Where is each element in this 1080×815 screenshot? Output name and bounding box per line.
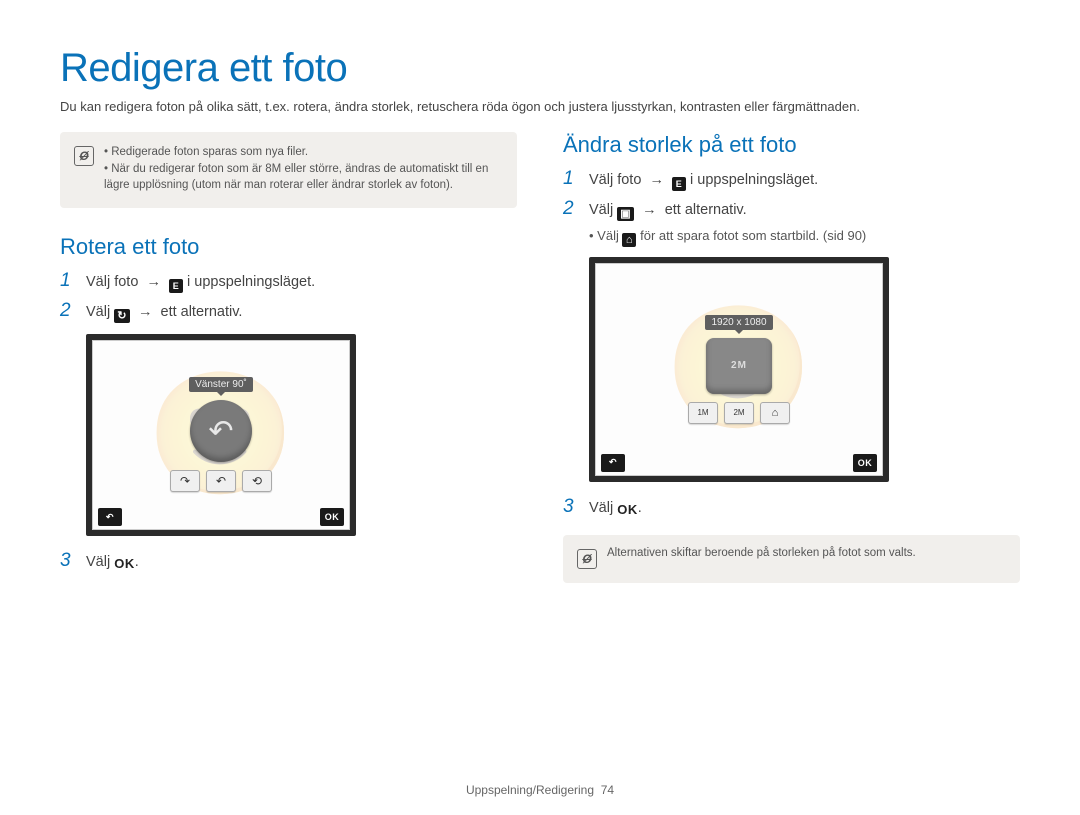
rotate-lcd-preview: 🙂 Vänster 90˚ ↶ ↷ ↶ ⟲ ↶ OK [86,334,356,537]
arrow-glyph: → [138,302,153,324]
rotate-tooltip: Vänster 90˚ [189,377,253,392]
page-title: Redigera ett foto [60,46,1020,91]
note-text: Alternativen skiftar beroende på storlek… [607,547,916,569]
resize-step-2: 2 Välj → ett alternativ. [563,198,1020,222]
resize-tooltip: 1920 x 1080 [705,315,772,330]
left-column: Ø Redigerade foton sparas som nya filer.… [60,132,517,609]
arrow-glyph: → [146,272,161,294]
rotate-icon [114,309,130,323]
step-text: för att spara fotot som startbild. (sid … [640,228,866,243]
footer-page-number: 74 [601,783,614,797]
rotate-step-1: 1 Välj foto → E i uppspelningsläget. [60,270,517,294]
step-text: Välj [589,500,613,516]
step-number: 3 [563,496,579,518]
ok-label-icon: OK [617,500,638,520]
ok-button[interactable]: OK [320,508,344,526]
resize-knob-label: 2M [731,360,747,371]
step-number: 2 [60,300,76,322]
rotate-step-2: 2 Välj → ett alternativ. [60,300,517,324]
note-item: När du redigerar foton som är 8M eller s… [104,161,503,194]
resize-step-3: 3 Välj OK. [563,496,1020,520]
resize-option-2-button[interactable]: 2M [724,402,754,424]
step-text: Välj [597,228,619,243]
step-text: ett alternativ. [665,202,747,218]
note-icon: Ø [577,549,597,569]
step-text: Välj [86,554,110,570]
rotate-left-button[interactable]: ↶ [206,470,236,492]
ok-label-icon: OK [114,554,135,574]
resize-note-box: Ø Alternativen skiftar beroende på storl… [563,535,1020,583]
resize-step-2-sub: Välj för att spara fotot som startbild. … [589,228,1020,247]
step-text: Välj [589,202,613,218]
resize-options-row: 1M 2M ⌂ [688,402,790,424]
footer-section: Uppspelning/Redigering [466,783,594,797]
resize-knob: 2M [706,338,772,394]
step-text: Välj foto [86,274,138,290]
rotate-knob: ↶ [190,400,252,462]
rotate-options-row: ↷ ↶ ⟲ [170,470,272,492]
rotate-heading: Rotera ett foto [60,234,517,260]
resize-lcd-preview: 🙂 1920 x 1080 2M 1M 2M ⌂ ↶ OK [589,257,889,482]
back-button[interactable]: ↶ [98,508,122,526]
step-text: i uppspelningsläget. [690,172,818,188]
note-list: Redigerade foton sparas som nya filer. N… [104,144,503,194]
step-text: Välj [86,304,110,320]
ok-button[interactable]: OK [853,454,877,472]
arrow-glyph: → [649,170,664,192]
note-item: Redigerade foton sparas som nya filer. [104,144,503,161]
rotate-right-button[interactable]: ↷ [170,470,200,492]
step-number: 2 [563,198,579,220]
page-footer: Uppspelning/Redigering 74 [0,783,1080,797]
resize-heading: Ändra storlek på ett foto [563,132,1020,158]
resize-step-1: 1 Välj foto → E i uppspelningsläget. [563,168,1020,192]
rotate-180-button[interactable]: ⟲ [242,470,272,492]
intro-text: Du kan redigera foton på olika sätt, t.e… [60,99,1020,114]
step-number: 1 [60,270,76,292]
top-note-box: Ø Redigerade foton sparas som nya filer.… [60,132,517,208]
back-button[interactable]: ↶ [601,454,625,472]
step-number: 3 [60,550,76,572]
arrow-glyph: → [642,200,657,222]
note-icon: Ø [74,146,94,166]
resize-icon [617,207,634,221]
edit-mode-icon: E [169,279,183,293]
step-text: i uppspelningsläget. [187,274,315,290]
rotate-step-3: 3 Välj OK. [60,550,517,574]
step-text: ett alternativ. [161,304,243,320]
resize-option-1-button[interactable]: 1M [688,402,718,424]
resize-option-startup-button[interactable]: ⌂ [760,402,790,424]
right-column: Ändra storlek på ett foto 1 Välj foto → … [563,132,1020,609]
step-number: 1 [563,168,579,190]
step-text: Välj foto [589,172,641,188]
startup-image-icon [622,233,636,247]
edit-mode-icon: E [672,177,686,191]
